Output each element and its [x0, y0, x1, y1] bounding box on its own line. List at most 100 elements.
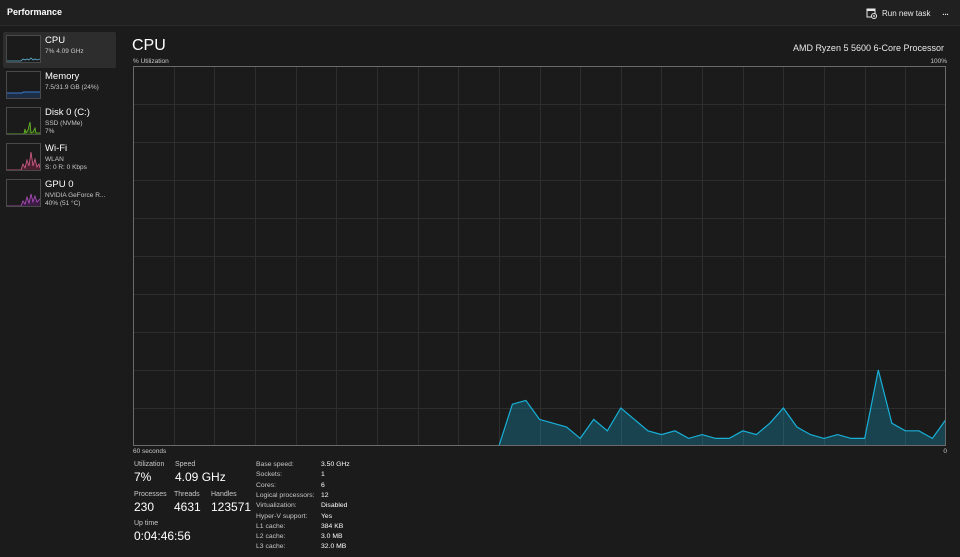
sidebar-item-label: Memory — [45, 71, 80, 82]
data-point — [864, 438, 865, 439]
data-point — [661, 434, 662, 435]
sidebar-item-wifi[interactable]: Wi-Fi WLAN S: 0 R: 0 Kbps — [3, 140, 116, 176]
window-title: Performance — [7, 7, 63, 17]
data-point — [634, 419, 635, 420]
stat-uptime: Up time 0:04:46:56 — [134, 520, 191, 543]
data-point — [553, 423, 554, 424]
disk-thumbnail-graph — [6, 107, 41, 135]
stat-label: Utilization — [134, 461, 165, 468]
sidebar-item-detail: NVIDIA GeForce R... — [45, 192, 106, 199]
data-point — [593, 419, 594, 420]
data-point — [647, 430, 648, 431]
processor-name: AMD Ryzen 5 5600 6-Core Processor — [792, 43, 944, 53]
data-point — [580, 438, 581, 439]
stat-label: Up time — [134, 520, 159, 527]
stat-utilization: Utilization 7% — [134, 461, 164, 484]
spec-label: Hyper-V support: — [256, 512, 308, 520]
sidebar-item-label: Disk 0 (C:) — [45, 107, 90, 118]
stat-processes: Processes 230 — [134, 491, 167, 514]
data-point — [878, 369, 879, 370]
gpu-thumbnail-graph — [6, 179, 41, 207]
sidebar-item-label: CPU — [45, 35, 66, 46]
spec-label: Cores: — [256, 481, 277, 489]
sidebar-item-disk[interactable]: Disk 0 (C:) SSD (NVMe) 7% — [3, 104, 116, 140]
stat-handles: Handles 123571 — [211, 491, 251, 514]
data-point — [837, 434, 838, 435]
main-panel: CPU AMD Ryzen 5 5600 6-Core Processor % … — [122, 27, 960, 557]
memory-thumbnail-graph — [6, 71, 41, 99]
sidebar-item-detail-2: S: 0 R: 0 Kbps — [45, 164, 87, 171]
spec-label: L1 cache: — [256, 522, 286, 530]
data-point — [756, 434, 757, 435]
stat-label: Handles — [211, 491, 237, 498]
data-point — [688, 438, 689, 439]
stat-label: Speed — [175, 461, 196, 468]
sidebar-item-detail: WLAN — [45, 156, 64, 163]
sidebar-item-detail: 7% 4.09 GHz — [45, 48, 84, 55]
data-point — [607, 430, 608, 431]
x-axis-min-label: 0 — [943, 448, 947, 455]
data-point — [715, 438, 716, 439]
spec-label: L3 cache: — [256, 543, 286, 551]
sidebar-item-detail-2: 7% — [45, 128, 55, 135]
data-point — [702, 434, 703, 435]
data-point — [539, 419, 540, 420]
stat-label: Processes — [134, 491, 167, 498]
more-options-button[interactable]: ... — [937, 5, 953, 21]
data-point — [769, 423, 770, 424]
data-point — [905, 430, 906, 431]
data-point — [932, 438, 933, 439]
spec-value: 3.0 MB — [321, 533, 343, 541]
spec-value: 32.0 MB — [321, 543, 347, 551]
spec-value: 1 — [321, 471, 325, 479]
data-point — [851, 438, 852, 439]
data-point — [525, 400, 526, 401]
stat-value: 4.09 GHz — [175, 470, 226, 484]
page-title: CPU — [132, 37, 166, 54]
spec-value: Yes — [321, 512, 333, 520]
spec-label: Logical processors: — [256, 491, 315, 499]
spec-value: Disabled — [321, 502, 348, 510]
stat-value: 4631 — [174, 500, 201, 514]
stat-label: Threads — [174, 491, 200, 498]
stat-value: 7% — [134, 470, 152, 484]
data-point — [620, 407, 621, 408]
run-new-task-button[interactable]: Run new task — [866, 5, 930, 21]
data-point — [566, 426, 567, 427]
data-point — [512, 404, 513, 405]
spec-value: 384 KB — [321, 522, 344, 530]
data-point — [823, 438, 824, 439]
spec-label: Sockets: — [256, 471, 283, 479]
data-point — [783, 407, 784, 408]
spec-label: Virtualization: — [256, 502, 297, 510]
cpu-utilization-graph — [133, 66, 946, 446]
data-point — [729, 438, 730, 439]
data-point — [810, 434, 811, 435]
run-task-icon — [866, 8, 877, 19]
data-point — [891, 423, 892, 424]
wifi-thumbnail-graph — [6, 143, 41, 171]
sidebar-item-gpu[interactable]: GPU 0 NVIDIA GeForce R... 40% (51 °C) — [3, 176, 116, 212]
stat-value: 0:04:46:56 — [134, 529, 191, 543]
x-axis-label: 60 seconds — [133, 448, 167, 455]
title-bar: Performance Run new task ... — [0, 0, 960, 26]
spec-label: Base speed: — [256, 461, 294, 468]
stat-threads: Threads 4631 — [174, 491, 201, 514]
stat-value: 123571 — [211, 500, 252, 514]
stat-speed: Speed 4.09 GHz — [175, 461, 226, 484]
data-point — [674, 430, 675, 431]
spec-value: 12 — [321, 491, 329, 499]
sidebar-item-memory[interactable]: Memory 7.5/31.9 GB (24%) — [3, 68, 116, 104]
y-axis-max-label: 100% — [930, 58, 947, 65]
sidebar-item-detail: SSD (NVMe) — [45, 120, 83, 127]
sidebar-item-detail-2: 40% (51 °C) — [45, 200, 81, 207]
run-new-task-label: Run new task — [882, 8, 931, 18]
data-point — [918, 430, 919, 431]
spec-label: L2 cache: — [256, 533, 286, 541]
spec-value: 6 — [321, 481, 325, 489]
sidebar-item-detail: 7.5/31.9 GB (24%) — [45, 84, 99, 91]
data-point — [796, 426, 797, 427]
sidebar-item-label: Wi-Fi — [45, 143, 68, 154]
sidebar-item-label: GPU 0 — [45, 179, 74, 190]
sidebar-item-cpu[interactable]: CPU 7% 4.09 GHz — [3, 32, 116, 68]
